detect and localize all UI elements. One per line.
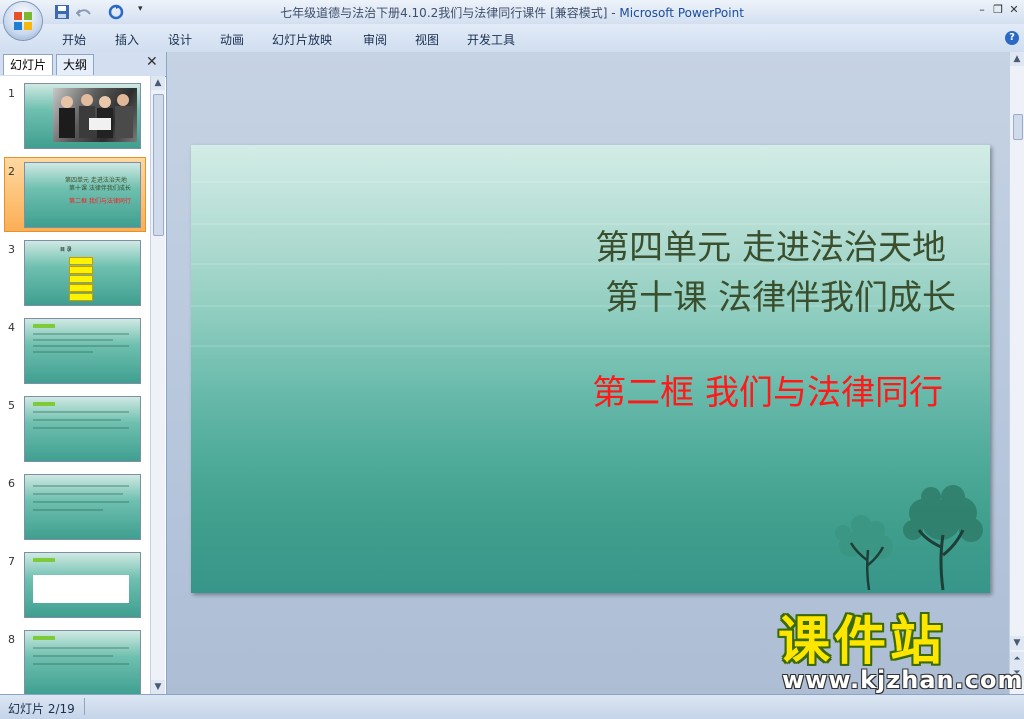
thumb-number: 4: [8, 321, 15, 334]
slide-thumbnail-5[interactable]: [24, 396, 141, 462]
tab-design[interactable]: 设计: [168, 31, 192, 48]
thumb-number: 2: [8, 165, 15, 178]
thumb-number: 6: [8, 477, 15, 490]
tab-view[interactable]: 视图: [415, 31, 439, 48]
thumb-text: 目 录: [60, 247, 72, 253]
scroll-thumb[interactable]: [1013, 114, 1023, 140]
scroll-down-icon[interactable]: ▼: [151, 680, 165, 694]
slide-title-line1[interactable]: 第四单元 走进法治天地: [191, 220, 946, 269]
help-icon[interactable]: ?: [1005, 31, 1019, 45]
tab-slides[interactable]: 幻灯片: [3, 54, 54, 75]
thumb-number: 8: [8, 633, 15, 646]
tab-slideshow[interactable]: 幻灯片放映: [272, 31, 332, 48]
previous-slide-icon[interactable]: ⏶: [1010, 652, 1024, 666]
thumb-number: 3: [8, 243, 15, 256]
scroll-thumb[interactable]: [153, 94, 164, 236]
slide-thumbnail-7[interactable]: [24, 552, 141, 618]
window-title: 七年级道德与法治下册4.10.2我们与法律同行课件 [兼容模式] - Micro…: [0, 4, 1024, 21]
tree-decoration-icon: [835, 485, 983, 591]
thumb-number: 1: [8, 87, 15, 100]
tab-animation[interactable]: 动画: [220, 31, 244, 48]
slide-thumbnail-4[interactable]: [24, 318, 141, 384]
tab-outline[interactable]: 大纲: [56, 54, 95, 75]
office-button[interactable]: [4, 2, 42, 40]
watermark-title: 课件站: [778, 612, 947, 672]
watermark-url: www.kjzhan.com: [782, 666, 1024, 694]
close-pane-icon[interactable]: ✕: [146, 55, 160, 69]
tab-home[interactable]: 开始: [62, 31, 86, 48]
thumbnail-list: 1 2 第四单元 走进法治天地 第十课 法律伴我们成长 第二框 我们与法律同行 …: [0, 76, 150, 694]
photo-image: [53, 88, 137, 142]
restore-icon[interactable]: ❐: [990, 3, 1006, 17]
status-bar: 幻灯片 2/19: [0, 694, 1024, 719]
slide-thumbnail-8[interactable]: [24, 630, 141, 694]
close-window-icon[interactable]: ✕: [1006, 3, 1022, 17]
slide-thumbnail-2[interactable]: 第四单元 走进法治天地 第十课 法律伴我们成长 第二框 我们与法律同行: [24, 162, 141, 228]
thumb-text: 第十课 法律伴我们成长: [69, 185, 131, 192]
slide-scrollbar[interactable]: ▲ ▼ ⏶ ⏷: [1009, 52, 1024, 694]
thumb-number: 5: [8, 399, 15, 412]
scroll-up-icon[interactable]: ▲: [1010, 52, 1024, 66]
current-slide[interactable]: 第四单元 走进法治天地 第十课 法律伴我们成长 第二框 我们与法律同行: [191, 145, 990, 593]
slide-title-line2[interactable]: 第十课 法律伴我们成长: [191, 270, 956, 319]
thumb-text: 第二框 我们与法律同行: [69, 198, 131, 205]
status-divider: [84, 698, 85, 715]
document-title: 七年级道德与法治下册4.10.2我们与法律同行课件 [兼容模式] -: [280, 6, 620, 20]
slide-subtitle[interactable]: 第二框 我们与法律同行: [191, 365, 943, 414]
slide-counter: 幻灯片 2/19: [8, 702, 75, 716]
tab-developer[interactable]: 开发工具: [467, 31, 515, 48]
scroll-down-icon[interactable]: ▼: [1010, 636, 1024, 650]
slide-thumbnail-6[interactable]: [24, 474, 141, 540]
thumbnail-scrollbar[interactable]: ▲ ▼: [150, 76, 165, 694]
tab-insert[interactable]: 插入: [115, 31, 139, 48]
minimize-icon[interactable]: –: [974, 3, 990, 17]
scroll-up-icon[interactable]: ▲: [151, 76, 165, 90]
app-title: Microsoft PowerPoint: [619, 6, 744, 20]
thumb-number: 7: [8, 555, 15, 568]
slide-thumbnail-1[interactable]: [24, 83, 141, 149]
tab-review[interactable]: 审阅: [363, 31, 387, 48]
slide-thumbnail-3[interactable]: 目 录: [24, 240, 141, 306]
office-logo-icon: [14, 12, 32, 30]
